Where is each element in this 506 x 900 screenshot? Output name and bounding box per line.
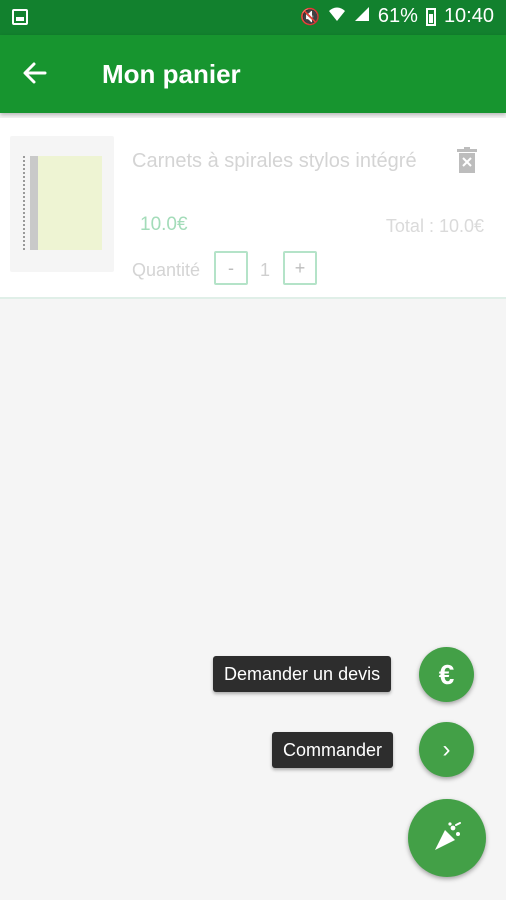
trash-icon[interactable] bbox=[457, 147, 477, 173]
status-bar: 🔇 61% 10:40 bbox=[0, 0, 506, 35]
mute-icon: 🔇 bbox=[299, 8, 320, 26]
actions-menu-button[interactable] bbox=[408, 799, 486, 877]
quantity-value: 1 bbox=[260, 260, 271, 280]
request-quote-label[interactable]: Demander un devis bbox=[213, 656, 392, 692]
order-button[interactable]: › bbox=[419, 722, 474, 777]
euro-icon: € bbox=[438, 658, 455, 690]
notebook-spiral bbox=[23, 156, 29, 250]
unit-price: 10.0€ bbox=[140, 214, 188, 235]
arrow-left-icon[interactable] bbox=[20, 58, 50, 88]
status-right: 🔇 61% 10:40 bbox=[300, 5, 494, 28]
gallery-icon bbox=[12, 9, 28, 25]
battery-percent: 61% bbox=[377, 5, 418, 27]
battery-icon bbox=[425, 7, 436, 26]
page-title: Mon panier bbox=[102, 59, 241, 89]
party-popper-icon bbox=[435, 822, 461, 850]
quantity-label: Quantité bbox=[132, 260, 201, 280]
product-thumbnail bbox=[10, 136, 114, 272]
quantity-increase-button[interactable]: + bbox=[283, 251, 317, 285]
quantity-decrease-button[interactable]: - bbox=[214, 251, 248, 285]
order-label[interactable]: Commander bbox=[272, 732, 394, 768]
app-bar: Mon panier bbox=[0, 35, 506, 113]
cart-item-card: Carnets à spirales stylos intégré 10.0€ … bbox=[0, 118, 506, 299]
signal-icon bbox=[354, 6, 370, 27]
clock: 10:40 bbox=[443, 5, 494, 27]
total-price: Total : 10.0€ bbox=[385, 216, 484, 236]
request-quote-button[interactable]: € bbox=[419, 647, 474, 702]
wifi-icon bbox=[328, 6, 346, 27]
product-name: Carnets à spirales stylos intégré bbox=[132, 150, 417, 172]
chevron-right-icon: › bbox=[442, 735, 451, 763]
notebook-image bbox=[30, 156, 102, 250]
